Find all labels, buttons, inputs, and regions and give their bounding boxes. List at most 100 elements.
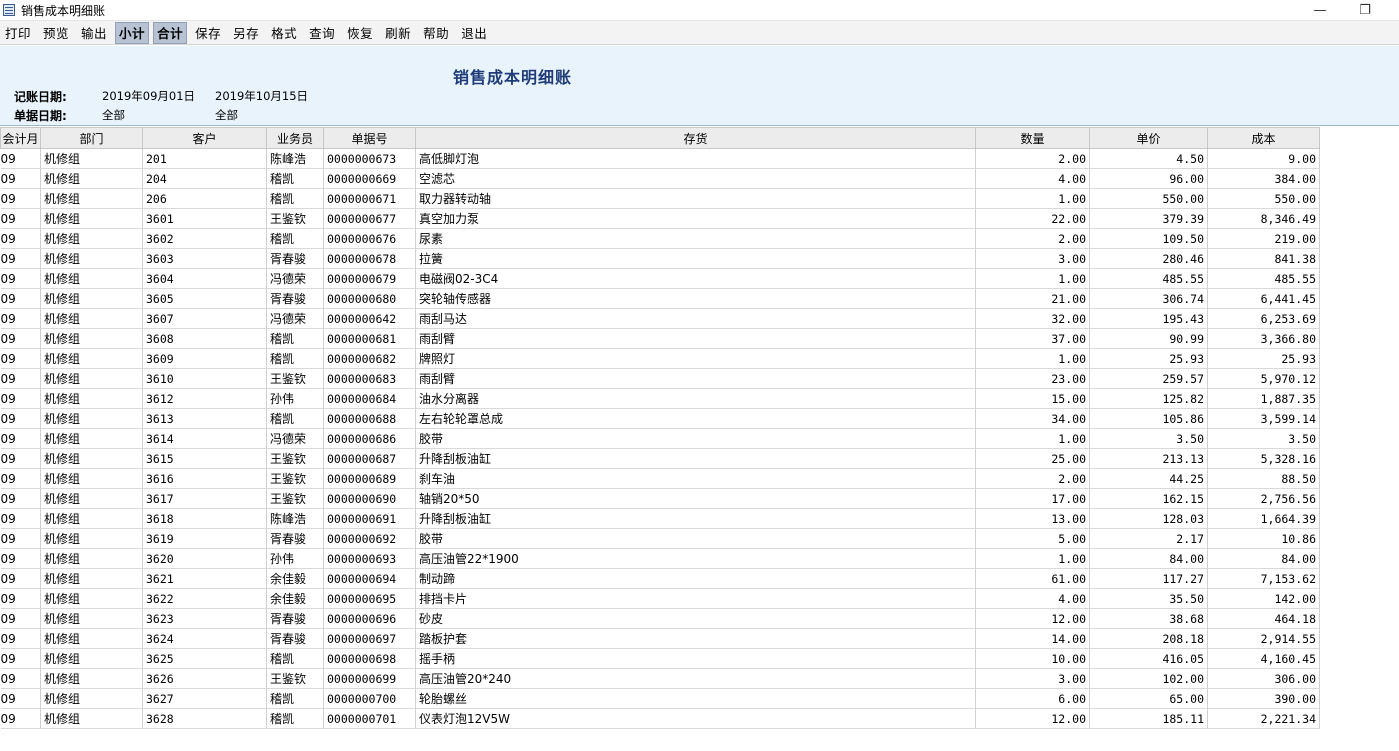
table-cell: 32.00 — [975, 308, 1090, 329]
table-row[interactable]: 09 机修组 3613 稽凯 0000000688 左右轮轮罩总成 34.00 105.86 3… — [0, 408, 1320, 429]
table-cell: 高低脚灯泡 — [415, 148, 976, 169]
column-header[interactable]: 成本 — [1207, 127, 1320, 149]
column-header[interactable]: 业务员 — [266, 127, 324, 149]
column-header[interactable]: 数量 — [975, 127, 1090, 149]
table-cell: 雨刮马达 — [415, 308, 976, 329]
table-row[interactable]: 09 机修组 206 稽凯 0000000671 取力器转动轴 1.00 550.00 550.… — [0, 188, 1320, 209]
table-row[interactable]: 09 机修组 3619 胥春骏 0000000692 胶带 5.00 2.17 10.86 — [0, 528, 1320, 549]
table-row[interactable]: 09 机修组 3602 稽凯 0000000676 尿素 2.00 109.50 219.00 — [0, 228, 1320, 249]
table-row[interactable]: 09 机修组 3623 胥春骏 0000000696 砂皮 12.00 38.68 464.18 — [0, 608, 1320, 629]
table-row[interactable]: 09 机修组 3620 孙伟 0000000693 高压油管22*1900 1.00 84.0… — [0, 548, 1320, 569]
table-cell: 213.13 — [1089, 448, 1208, 469]
table-row[interactable]: 09 机修组 3628 稽凯 0000000701 仪表灯泡12V5W 12.00 185.1… — [0, 708, 1320, 729]
table-cell: 机修组 — [40, 228, 143, 249]
toolbar-button-12[interactable]: 退出 — [457, 22, 491, 44]
table-row[interactable]: 09 机修组 3604 冯德荣 0000000679 电磁阀02-3C4 1.00 485.5… — [0, 268, 1320, 289]
table-cell: 机修组 — [40, 148, 143, 169]
table-row[interactable]: 09 机修组 3626 王鉴钦 0000000699 高压油管20*240 3.00 102.… — [0, 668, 1320, 689]
toolbar-button-2[interactable]: 输出 — [77, 22, 111, 44]
table-row[interactable]: 09 机修组 3614 冯德荣 0000000686 胶带 1.00 3.50 3.50 — [0, 428, 1320, 449]
table-cell: 王鉴钦 — [266, 448, 324, 469]
table-cell: 128.03 — [1089, 508, 1208, 529]
table-cell: 踏板护套 — [415, 628, 976, 649]
table-row[interactable]: 09 机修组 3616 王鉴钦 0000000689 刹车油 2.00 44.25 88.50 — [0, 468, 1320, 489]
table-row[interactable]: 09 机修组 3621 余佳毅 0000000694 制动蹄 61.00 117.27 7,15… — [0, 568, 1320, 589]
column-header[interactable]: 部门 — [40, 127, 143, 149]
table-cell: 09 — [0, 248, 41, 269]
table-cell: 2.00 — [975, 468, 1090, 489]
column-header[interactable]: 存货 — [415, 127, 976, 149]
table-cell: 4.50 — [1089, 148, 1208, 169]
table-row[interactable]: 09 机修组 3601 王鉴钦 0000000677 真空加力泵 22.00 379.39 8,… — [0, 208, 1320, 229]
report-header: 销售成本明细账 记账日期: 2019年09月01日 2019年10月15日 单据… — [0, 46, 1399, 126]
toolbar-button-1[interactable]: 预览 — [39, 22, 73, 44]
toolbar-button-10[interactable]: 刷新 — [381, 22, 415, 44]
table-row[interactable]: 09 机修组 3608 稽凯 0000000681 雨刮臂 37.00 90.99 3,366.… — [0, 328, 1320, 349]
toolbar-button-6[interactable]: 另存 — [229, 22, 263, 44]
table-row[interactable]: 09 机修组 3625 稽凯 0000000698 摇手柄 10.00 416.05 4,160… — [0, 648, 1320, 669]
column-header[interactable]: 会计月 — [0, 127, 41, 149]
table-cell: 0000000692 — [323, 528, 416, 549]
table-row[interactable]: 09 机修组 3627 稽凯 0000000700 轮胎螺丝 6.00 65.00 390.00 — [0, 688, 1320, 709]
minimize-icon[interactable]: — — [1300, 0, 1340, 20]
table-row[interactable]: 09 机修组 3618 陈峰浩 0000000691 升降刮板油缸 13.00 128.03 1… — [0, 508, 1320, 529]
table-cell: 稽凯 — [266, 168, 324, 189]
toolbar-button-8[interactable]: 查询 — [305, 22, 339, 44]
toolbar-button-5[interactable]: 保存 — [191, 22, 225, 44]
table-cell: 22.00 — [975, 208, 1090, 229]
table-row[interactable]: 09 机修组 3617 王鉴钦 0000000690 轴销20*50 17.00 162.15… — [0, 488, 1320, 509]
table-row[interactable]: 09 机修组 3609 稽凯 0000000682 牌照灯 1.00 25.93 25.93 — [0, 348, 1320, 369]
toolbar-button-9[interactable]: 恢复 — [343, 22, 377, 44]
table-cell: 280.46 — [1089, 248, 1208, 269]
table-row[interactable]: 09 机修组 201 陈峰浩 0000000673 高低脚灯泡 2.00 4.50 9.00 — [0, 148, 1320, 169]
column-header[interactable]: 单价 — [1089, 127, 1208, 149]
table-cell: 0000000680 — [323, 288, 416, 309]
table-cell: 突轮轴传感器 — [415, 288, 976, 309]
table-row[interactable]: 09 机修组 3605 胥春骏 0000000680 突轮轴传感器 21.00 306.74 6… — [0, 288, 1320, 309]
toolbar-button-0[interactable]: 打印 — [1, 22, 35, 44]
table-cell: 09 — [0, 528, 41, 549]
table-row[interactable]: 09 机修组 3607 冯德荣 0000000642 雨刮马达 32.00 195.43 6,2… — [0, 308, 1320, 329]
table-cell: 2.00 — [975, 148, 1090, 169]
restore-icon[interactable]: ❐ — [1345, 0, 1385, 20]
table-cell: 25.00 — [975, 448, 1090, 469]
table-cell: 0000000682 — [323, 348, 416, 369]
table-row[interactable]: 09 机修组 3615 王鉴钦 0000000687 升降刮板油缸 25.00 213.13 5… — [0, 448, 1320, 469]
table-cell: 105.86 — [1089, 408, 1208, 429]
table-cell: 208.18 — [1089, 628, 1208, 649]
column-header[interactable]: 单据号 — [323, 127, 416, 149]
table-cell: 09 — [0, 228, 41, 249]
table-row[interactable]: 09 机修组 3612 孙伟 0000000684 油水分离器 15.00 125.82 1,8… — [0, 388, 1320, 409]
toolbar-button-4[interactable]: 合计 — [153, 21, 188, 44]
toolbar-button-3[interactable]: 小计 — [115, 21, 150, 44]
table-cell: 机修组 — [40, 688, 143, 709]
toolbar-button-7[interactable]: 格式 — [267, 22, 301, 44]
table-cell: 机修组 — [40, 208, 143, 229]
table-cell: 84.00 — [1089, 548, 1208, 569]
toolbar-button-11[interactable]: 帮助 — [419, 22, 453, 44]
table-cell: 机修组 — [40, 508, 143, 529]
table-cell: 25.93 — [1207, 348, 1320, 369]
table-cell: 14.00 — [975, 628, 1090, 649]
table-cell: 09 — [0, 508, 41, 529]
table-row[interactable]: 09 机修组 3624 胥春骏 0000000697 踏板护套 14.00 208.18 2,9… — [0, 628, 1320, 649]
table-cell: 3.50 — [1207, 428, 1320, 449]
table-row[interactable]: 09 机修组 3622 余佳毅 0000000695 排挡卡片 4.00 35.50 142.0… — [0, 588, 1320, 609]
table-cell: 胥春骏 — [266, 528, 324, 549]
table-cell: 陈峰浩 — [266, 148, 324, 169]
window-title: 销售成本明细账 — [21, 3, 106, 18]
table-cell: 王鉴钦 — [266, 368, 324, 389]
table-cell: 1.00 — [975, 548, 1090, 569]
table-cell: 464.18 — [1207, 608, 1320, 629]
table-cell: 12.00 — [975, 608, 1090, 629]
table-cell: 0000000642 — [323, 308, 416, 329]
table-cell: 3618 — [142, 508, 267, 529]
table-cell: 3608 — [142, 328, 267, 349]
table-cell: 12.00 — [975, 708, 1090, 729]
app-icon — [3, 4, 15, 16]
table-row[interactable]: 09 机修组 3610 王鉴钦 0000000683 雨刮臂 23.00 259.57 5,97… — [0, 368, 1320, 389]
table-cell: 王鉴钦 — [266, 208, 324, 229]
column-header[interactable]: 客户 — [142, 127, 267, 149]
table-row[interactable]: 09 机修组 204 稽凯 0000000669 空滤芯 4.00 96.00 384.00 — [0, 168, 1320, 189]
table-row[interactable]: 09 机修组 3603 胥春骏 0000000678 拉簧 3.00 280.46 841.38 — [0, 248, 1320, 269]
